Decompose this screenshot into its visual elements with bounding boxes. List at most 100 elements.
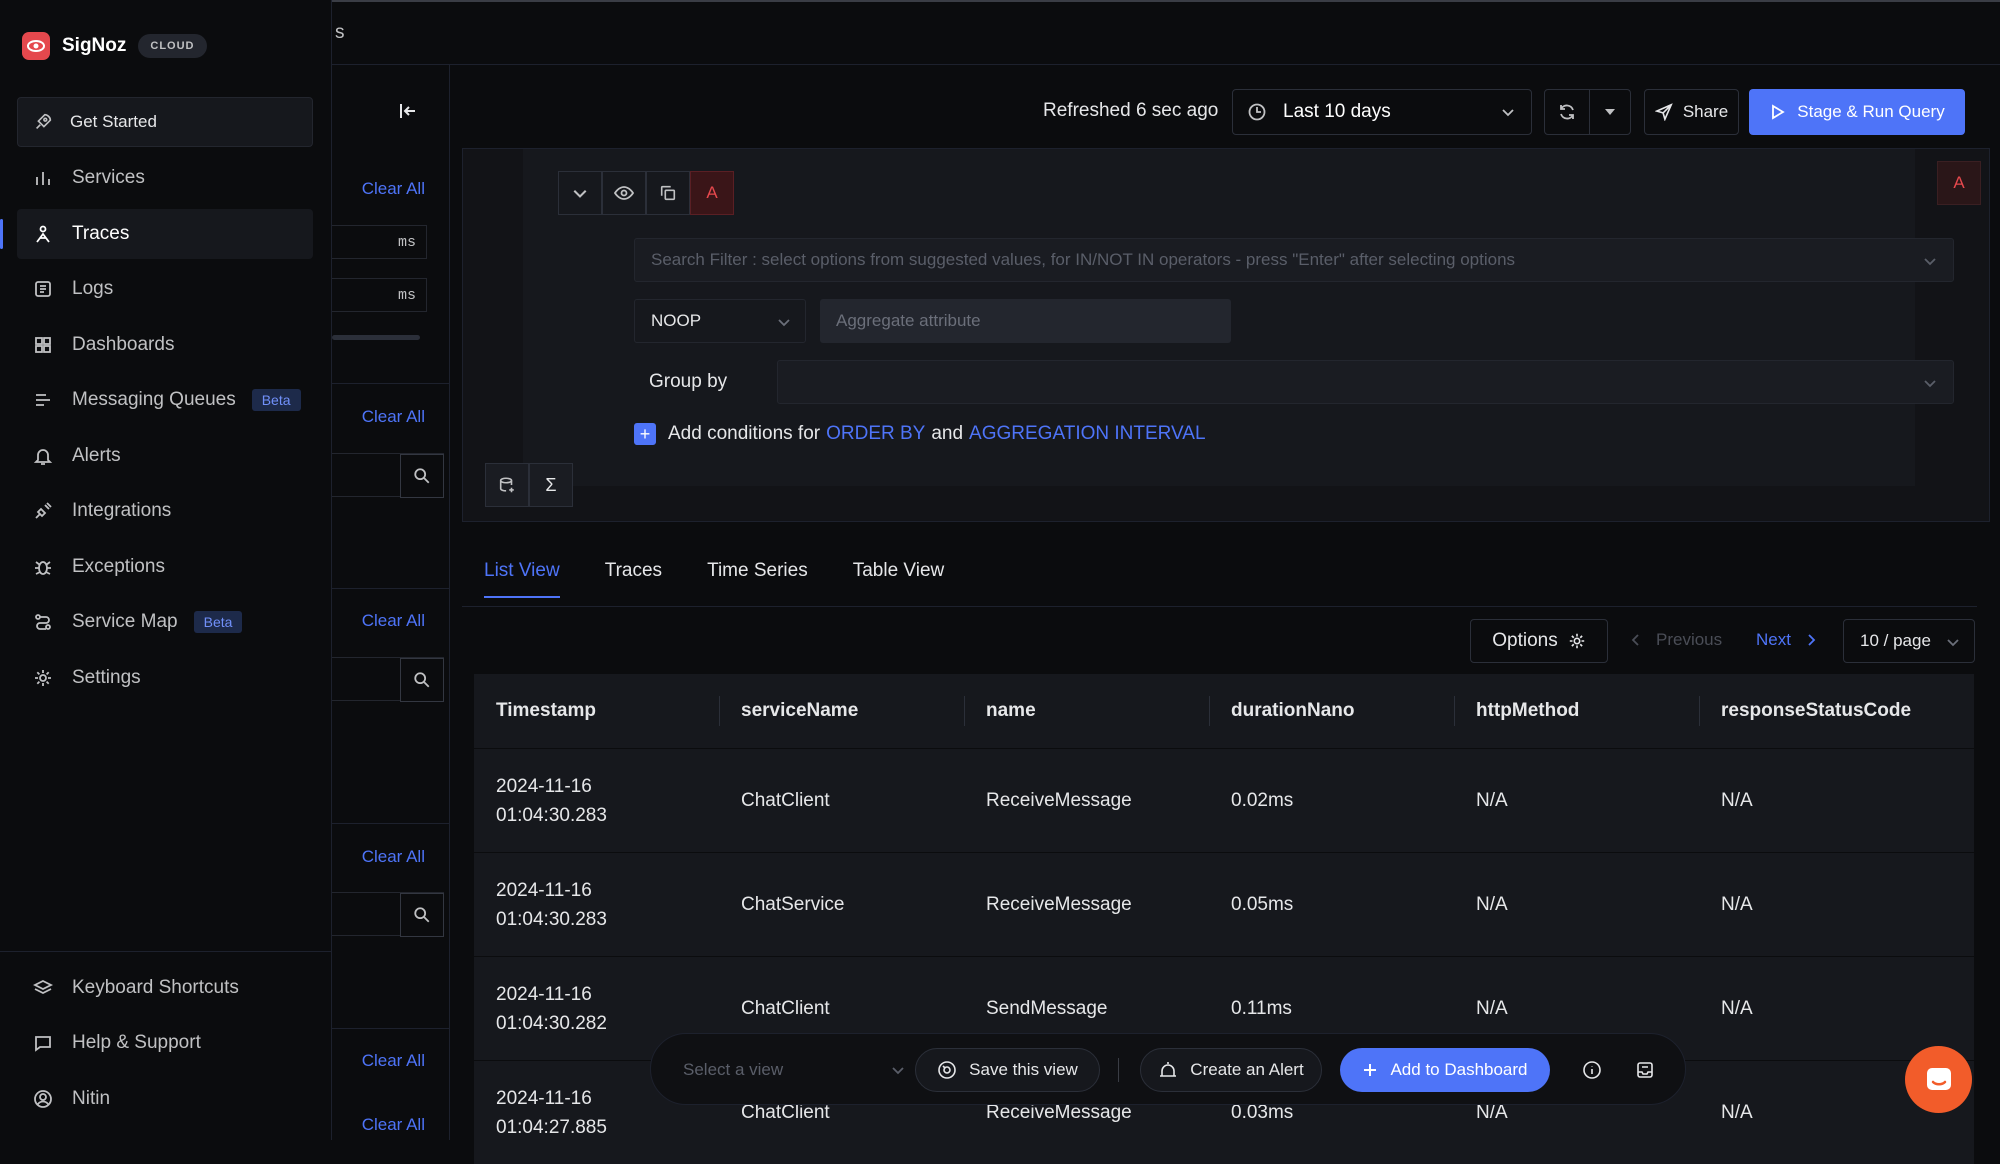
- duration-min-input[interactable]: ms: [332, 225, 427, 259]
- add-to-dashboard-button[interactable]: Add to Dashboard: [1340, 1048, 1550, 1092]
- sidebar-item-dashboards[interactable]: Dashboards: [17, 320, 313, 370]
- filter-search-input[interactable]: [332, 453, 444, 498]
- tab-table-view[interactable]: Table View: [853, 560, 945, 598]
- app-name: SigNoz: [62, 35, 127, 56]
- aggregation-interval-link[interactable]: AGGREGATION INTERVAL: [969, 423, 1206, 445]
- filter-search-input[interactable]: [332, 892, 444, 937]
- column-header[interactable]: responseStatusCode: [1699, 696, 1944, 726]
- search-button[interactable]: [400, 893, 444, 937]
- sidebar-item-logs[interactable]: Logs: [17, 264, 313, 314]
- http-method-cell: N/A: [1476, 790, 1508, 811]
- sidebar-item-traces[interactable]: Traces: [17, 209, 313, 259]
- layers-icon: [31, 976, 55, 1000]
- previous-page-button[interactable]: Previous: [1630, 630, 1722, 650]
- aggregate-operator-select[interactable]: NOOP: [634, 299, 806, 343]
- clear-all-link[interactable]: Clear All: [362, 611, 425, 631]
- sidebar-item-exceptions[interactable]: Exceptions: [17, 542, 313, 592]
- add-conditions[interactable]: + Add conditions for ORDER BY and AGGREG…: [634, 423, 1212, 445]
- query-add-buttons: Σ: [485, 463, 573, 507]
- duration-slider[interactable]: [332, 335, 420, 340]
- add-query-button[interactable]: [485, 463, 529, 507]
- chevron-down-icon: [778, 319, 790, 327]
- sidebar-item-services[interactable]: Services: [17, 153, 313, 203]
- search-filter-input[interactable]: Search Filter : select options from sugg…: [634, 238, 1954, 282]
- collapse-panel-icon[interactable]: [398, 101, 418, 121]
- play-icon: [1772, 104, 1786, 120]
- column-header[interactable]: durationNano: [1209, 696, 1454, 726]
- panel-divider: [332, 1028, 450, 1029]
- sidebar-item-alerts[interactable]: Alerts: [17, 431, 313, 481]
- chevron-left-icon: [1631, 634, 1639, 646]
- stage-run-query-button[interactable]: Stage & Run Query: [1749, 89, 1965, 135]
- sidebar-item-messaging-queues[interactable]: Messaging Queues Beta: [17, 375, 313, 425]
- alarm-icon: [1160, 1062, 1177, 1077]
- service-name-cell: ChatService: [741, 894, 845, 915]
- next-page-button[interactable]: Next: [1756, 630, 1817, 650]
- column-header[interactable]: name: [964, 696, 1209, 726]
- save-view-button[interactable]: Save this view: [915, 1048, 1100, 1092]
- tab-traces[interactable]: Traces: [605, 560, 662, 598]
- bell-icon: [31, 444, 55, 468]
- sidebar-item-user[interactable]: Nitin: [17, 1074, 313, 1124]
- add-formula-button[interactable]: Σ: [529, 463, 573, 507]
- sidebar-item-keyboard-shortcuts[interactable]: Keyboard Shortcuts: [17, 963, 313, 1013]
- http-method-cell: N/A: [1476, 998, 1508, 1019]
- export-icon[interactable]: [1633, 1058, 1657, 1082]
- page-size-select[interactable]: 10 / page: [1843, 619, 1975, 663]
- clear-all-link[interactable]: Clear All: [362, 847, 425, 867]
- duration-max-input[interactable]: ms: [332, 278, 427, 312]
- create-alert-button[interactable]: Create an Alert: [1140, 1048, 1322, 1092]
- sidebar-item-label: Logs: [72, 278, 114, 299]
- send-icon: [1654, 103, 1673, 121]
- copy-query-button[interactable]: [646, 171, 690, 215]
- collapse-query-button[interactable]: [558, 171, 602, 215]
- time-range-select[interactable]: Last 10 days: [1232, 89, 1532, 135]
- column-header[interactable]: httpMethod: [1454, 696, 1699, 726]
- table-row[interactable]: 2024-11-16 01:04:30.283 ChatClient Receiv…: [474, 748, 1974, 852]
- save-view-icon: [938, 1061, 956, 1079]
- table-row[interactable]: 2024-11-16 01:04:30.283 ChatService Recei…: [474, 852, 1974, 956]
- clear-all-link[interactable]: Clear All: [362, 1051, 425, 1071]
- order-by-link[interactable]: ORDER BY: [826, 423, 925, 445]
- options-button[interactable]: Options: [1470, 619, 1608, 663]
- beta-badge: Beta: [193, 611, 243, 633]
- info-icon[interactable]: [1580, 1058, 1604, 1082]
- refresh-button[interactable]: [1544, 89, 1590, 135]
- sidebar-item-settings[interactable]: Settings: [17, 653, 313, 703]
- sidebar-item-integrations[interactable]: Integrations: [17, 486, 313, 536]
- sidebar-item-service-map[interactable]: Service Map Beta: [17, 597, 313, 647]
- clear-all-link[interactable]: Clear All: [362, 1115, 425, 1135]
- chevron-down-icon: [892, 1067, 904, 1075]
- get-started-button[interactable]: Get Started: [17, 97, 313, 147]
- plug-icon: [31, 499, 55, 523]
- query-a-badge[interactable]: A: [1937, 161, 1981, 205]
- search-icon: [414, 672, 430, 688]
- share-button[interactable]: Share: [1644, 89, 1739, 135]
- group-by-select[interactable]: [777, 360, 1954, 404]
- search-icon: [414, 907, 430, 923]
- next-label: Next: [1756, 630, 1791, 649]
- filter-search-input[interactable]: [332, 657, 444, 702]
- chat-support-button[interactable]: [1905, 1046, 1972, 1113]
- tab-list-view[interactable]: List View: [484, 560, 560, 598]
- sidebar-item-help-support[interactable]: Help & Support: [17, 1018, 313, 1068]
- select-view-dropdown[interactable]: Select a view: [683, 1048, 913, 1092]
- brand[interactable]: SigNoz CLOUD: [22, 32, 207, 60]
- refresh-options-button[interactable]: [1589, 89, 1631, 135]
- query-name-badge[interactable]: A: [690, 171, 734, 215]
- clear-all-link[interactable]: Clear All: [362, 179, 425, 199]
- search-button[interactable]: [400, 454, 444, 498]
- status-code-cell: N/A: [1721, 790, 1753, 811]
- search-button[interactable]: [400, 658, 444, 702]
- route-icon: [31, 610, 55, 634]
- bug-icon: [31, 555, 55, 579]
- toggle-visibility-button[interactable]: [602, 171, 646, 215]
- column-header[interactable]: serviceName: [719, 696, 964, 726]
- aggregate-attribute-input[interactable]: Aggregate attribute: [820, 299, 1231, 343]
- sidebar-item-label: Dashboards: [72, 334, 175, 355]
- clear-all-link[interactable]: Clear All: [362, 407, 425, 427]
- chat-icon: [1926, 1067, 1951, 1090]
- tab-time-series[interactable]: Time Series: [707, 560, 808, 598]
- duration-cell: 0.02ms: [1231, 790, 1294, 811]
- column-header[interactable]: Timestamp: [474, 696, 719, 726]
